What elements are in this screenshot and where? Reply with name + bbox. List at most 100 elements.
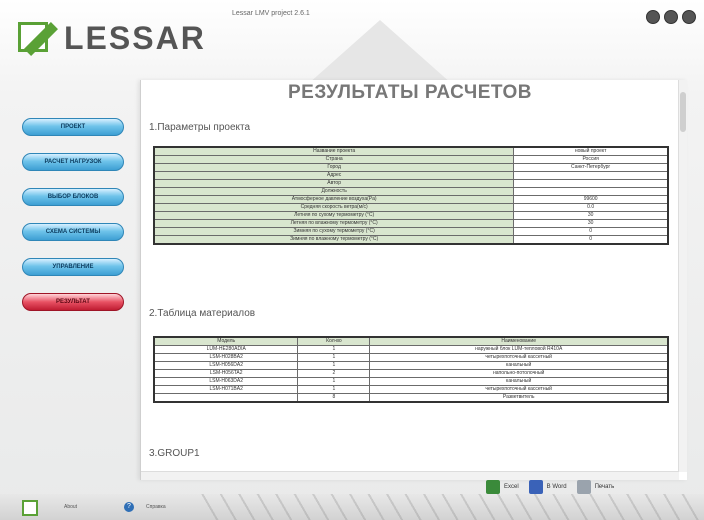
material-row: LSM-H071BA2 1 четырехпоточный кассетный <box>153 385 669 394</box>
param-value: 30 <box>513 211 669 220</box>
export-toolbar: Excel В Word Печать <box>486 480 614 494</box>
material-qty: 1 <box>297 377 371 386</box>
param-row: Атмосферное давление воздуха(Pa) 99600 <box>153 195 669 204</box>
param-label: Средняя скорость ветра(м/с) <box>153 203 515 212</box>
param-row: Адрес <box>153 171 669 180</box>
help-link[interactable]: Справка <box>146 504 166 510</box>
param-label: Название проекта <box>153 146 515 156</box>
help-icon[interactable]: ? <box>124 502 134 512</box>
minimize-icon[interactable] <box>646 10 660 24</box>
param-label: Страна <box>153 155 515 164</box>
excel-label: Excel <box>504 484 519 490</box>
material-qty: 1 <box>297 361 371 370</box>
material-row: 8 Разветвитель <box>153 393 669 403</box>
param-label: Город <box>153 163 515 172</box>
material-name: наружный блок LUM-тепловой R410A <box>369 345 669 354</box>
materials-header-name: Наименование <box>369 336 669 346</box>
section-title-params: 1.Параметры проекта <box>149 122 251 133</box>
horizontal-scrollbar[interactable] <box>141 471 679 480</box>
excel-icon <box>486 480 500 494</box>
material-name: канальный <box>369 361 669 370</box>
word-label: В Word <box>546 484 567 490</box>
close-icon[interactable] <box>682 10 696 24</box>
param-row: Летняя по влажному термометру (°C) 30 <box>153 219 669 228</box>
nav-project-button[interactable]: ПРОЕКТ <box>22 118 124 136</box>
material-model: LSM-H028BA2 <box>153 353 299 362</box>
print-button[interactable]: Печать <box>576 480 615 494</box>
vertical-scrollbar[interactable] <box>678 80 687 472</box>
material-row: LUM-HE280ADIA 1 наружный блок LUM-тепловой… <box>153 345 669 354</box>
sidebar: ПРОЕКТ РАСЧЕТ НАГРУЗОК ВЫБОР БЛОКОВ СХЕМ… <box>18 118 138 328</box>
material-qty: 2 <box>297 369 371 378</box>
material-row: LSM-H063DA2 1 канальный <box>153 377 669 386</box>
param-value: 99600 <box>513 195 669 204</box>
about-link[interactable]: About <box>64 504 77 510</box>
param-label: Атмосферное давление воздуха(Pa) <box>153 195 515 204</box>
window-controls <box>646 10 696 24</box>
param-value: Санкт-Петербург <box>513 163 669 172</box>
param-value: Россия <box>513 155 669 164</box>
nav-load-calc-button[interactable]: РАСЧЕТ НАГРУЗОК <box>22 153 124 171</box>
section-title-materials: 2.Таблица материалов <box>149 308 256 319</box>
section-title-group1: 3.GROUP1 <box>149 448 200 459</box>
material-qty: 1 <box>297 385 371 394</box>
param-value <box>513 187 669 196</box>
material-row: LSM-H056TA2 2 напольно-потолочный <box>153 369 669 378</box>
lessar-logo-icon <box>18 21 58 56</box>
material-row: LSM-H056DA2 1 канальный <box>153 361 669 370</box>
page-title: РЕЗУЛЬТАТЫ РАСЧЕТОВ <box>287 82 532 103</box>
logo-text: LESSAR <box>64 20 206 56</box>
nav-result-button[interactable]: РЕЗУЛЬТАТ <box>22 293 124 311</box>
param-label: Зимняя по влажному термометру (°C) <box>153 235 515 245</box>
material-qty: 1 <box>297 353 371 362</box>
footer-decoration <box>200 494 700 520</box>
param-row: Страна Россия <box>153 155 669 164</box>
material-model: LSM-H063DA2 <box>153 377 299 386</box>
material-qty: 8 <box>297 393 371 403</box>
param-value: 0 <box>513 235 669 245</box>
material-model <box>153 393 299 403</box>
nav-unit-selection-button[interactable]: ВЫБОР БЛОКОВ <box>22 188 124 206</box>
param-row: Зимняя по сухому термометру (°C) 0 <box>153 227 669 236</box>
material-name: Разветвитель <box>369 393 669 403</box>
param-row: Должность <box>153 187 669 196</box>
material-model: LSM-H056TA2 <box>153 369 299 378</box>
param-value <box>513 171 669 180</box>
param-label: Зимняя по сухому термометру (°C) <box>153 227 515 236</box>
material-name: канальный <box>369 377 669 386</box>
app-title: Lessar LMV project 2.6.1 <box>232 10 310 17</box>
param-row: Средняя скорость ветра(м/с) 0.0 <box>153 203 669 212</box>
export-excel-button[interactable]: Excel <box>486 480 519 494</box>
material-model: LSM-H056DA2 <box>153 361 299 370</box>
material-row: LSM-H028BA2 1 четырехпоточный кассетный <box>153 353 669 362</box>
param-value: новый проект <box>513 146 669 156</box>
param-row: Летняя по сухому термометру (°C) 30 <box>153 211 669 220</box>
materials-header-qty: Кол-во <box>297 336 371 346</box>
footer: About ? Справка <box>0 494 704 520</box>
nav-system-diagram-button[interactable]: СХЕМА СИСТЕМЫ <box>22 223 124 241</box>
param-label: Адрес <box>153 171 515 180</box>
param-value: 30 <box>513 219 669 228</box>
param-value <box>513 179 669 188</box>
materials-table: Модель Кол-во Наименование LUM-HE280ADIA… <box>153 336 669 403</box>
print-label: Печать <box>594 484 615 490</box>
param-value: 0.0 <box>513 203 669 212</box>
material-model: LUM-HE280ADIA <box>153 345 299 354</box>
results-panel: РЕЗУЛЬТАТЫ РАСЧЕТОВ 1.Параметры проекта … <box>140 80 687 480</box>
material-qty: 1 <box>297 345 371 354</box>
maximize-icon[interactable] <box>664 10 678 24</box>
param-label: Автор <box>153 179 515 188</box>
param-row: Город Санкт-Петербург <box>153 163 669 172</box>
nav-control-button[interactable]: УПРАВЛЕНИЕ <box>22 258 124 276</box>
material-name: напольно-потолочный <box>369 369 669 378</box>
material-model: LSM-H071BA2 <box>153 385 299 394</box>
param-row: Автор <box>153 179 669 188</box>
logo: LESSAR <box>18 20 206 57</box>
material-name: четырехпоточный кассетный <box>369 353 669 362</box>
export-word-button[interactable]: В Word <box>528 480 567 494</box>
param-row: Зимняя по влажному термометру (°C) 0 <box>153 235 669 245</box>
footer-logo-icon <box>22 500 38 516</box>
param-label: Летняя по сухому термометру (°C) <box>153 211 515 220</box>
printer-icon <box>576 480 591 494</box>
param-label: Должность <box>153 187 515 196</box>
